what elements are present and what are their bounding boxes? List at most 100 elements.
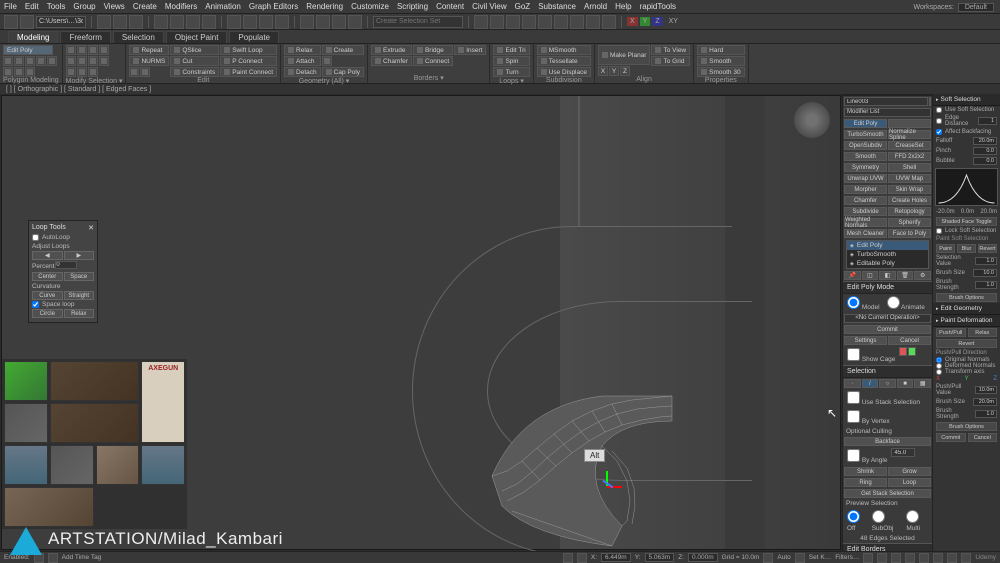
unhide-btn[interactable] <box>140 67 150 77</box>
render-setup-button[interactable] <box>570 15 584 29</box>
sel-poly[interactable]: ■ <box>897 379 914 388</box>
tab-populate[interactable]: Populate <box>229 31 279 43</box>
pconnect-button[interactable]: P Connect <box>220 56 277 66</box>
sel-edge[interactable]: / <box>862 379 879 388</box>
coord-z[interactable]: 0.000m <box>688 553 718 562</box>
mod-spherify[interactable]: Spherify <box>888 218 931 227</box>
loop-tools-panel[interactable]: Loop Tools✕ AutoLoop Adjust Loops ◀▶ Per… <box>28 220 98 323</box>
rotate-button[interactable] <box>243 15 257 29</box>
mod-skinwrap[interactable]: Skin Wrap <box>888 185 931 194</box>
relax-button2[interactable]: Relax <box>64 309 95 318</box>
dot-ring[interactable] <box>77 56 87 66</box>
select-name-button[interactable] <box>170 15 184 29</box>
viewcube[interactable] <box>794 102 830 138</box>
stack-editpoly[interactable]: Edit Poly <box>847 241 928 250</box>
loop-next[interactable]: ▶ <box>64 251 95 260</box>
stack-turbosmooth[interactable]: TurboSmooth <box>847 250 928 259</box>
nav-zoom[interactable] <box>947 553 957 563</box>
menu-arnold[interactable]: Arnold <box>584 2 607 11</box>
mod-createholes[interactable]: Create Holes <box>888 196 931 205</box>
move-button[interactable] <box>227 15 241 29</box>
grow-sel[interactable] <box>66 45 76 55</box>
selection-set[interactable] <box>373 16 463 28</box>
bridge-button[interactable]: Bridge <box>413 45 453 55</box>
select-button[interactable] <box>154 15 168 29</box>
cut-button[interactable]: Cut <box>170 56 219 66</box>
msmooth-button[interactable]: MSmooth <box>537 45 591 55</box>
hard-button[interactable]: Hard <box>697 45 744 55</box>
ring-sel[interactable] <box>99 45 109 55</box>
insert-button[interactable]: Insert <box>454 45 486 55</box>
undo-path[interactable] <box>36 16 86 28</box>
menu-graph[interactable]: Graph Editors <box>249 2 298 11</box>
close-icon[interactable]: ✕ <box>88 224 94 232</box>
vertex-subobj[interactable] <box>3 56 13 66</box>
create-button[interactable]: Create <box>322 45 364 55</box>
similar-sel[interactable] <box>66 67 76 77</box>
edittri-button[interactable]: Edit Tri <box>493 45 529 55</box>
border-subobj[interactable] <box>25 56 35 66</box>
mod-smooth[interactable]: Smooth <box>844 152 887 161</box>
mod-turbosmooth[interactable]: TurboSmooth <box>844 130 887 139</box>
swiftloop-button[interactable]: Swift Loop <box>220 45 277 55</box>
tab-selection[interactable]: Selection <box>113 31 164 43</box>
mod-creaseset[interactable]: CreaseSet <box>888 141 931 150</box>
toggle-mod[interactable] <box>25 67 35 77</box>
menu-rapidtools[interactable]: rapidTools <box>640 2 676 11</box>
spinner-snap-button[interactable] <box>348 15 362 29</box>
planar-y[interactable]: Y <box>609 66 619 76</box>
mirror-button[interactable] <box>474 15 488 29</box>
viewport[interactable]: Alt ↖ Loop Tools✕ AutoLoop Adjust Loops … <box>1 95 841 550</box>
mod-opensubdiv[interactable]: OpenSubdiv <box>844 141 887 150</box>
render-frame-button[interactable] <box>586 15 600 29</box>
modifier-list[interactable]: Modifier List <box>844 108 931 117</box>
loop-button[interactable]: Loop <box>888 478 931 487</box>
mod-normspline[interactable]: Normalize Spline <box>888 130 931 139</box>
menu-goz[interactable]: GoZ <box>515 2 531 11</box>
makeplanar-button[interactable]: Make Planar <box>598 45 651 65</box>
relax-button[interactable]: Relax <box>284 45 321 55</box>
pin-stack[interactable]: 📌 <box>844 271 861 280</box>
color-swatch[interactable] <box>929 97 931 106</box>
mod-unwrap[interactable]: Unwrap UVW <box>844 174 887 183</box>
edge-dist[interactable] <box>936 118 942 124</box>
sel-border[interactable]: ○ <box>879 379 896 388</box>
hide-btn[interactable] <box>129 67 139 77</box>
layer-button[interactable] <box>506 15 520 29</box>
shaded-toggle[interactable]: Shaded Face Toggle <box>936 217 997 226</box>
menu-tools[interactable]: Tools <box>47 2 66 11</box>
undo-button[interactable] <box>4 15 18 29</box>
mod-meshcleaner[interactable]: Mesh Cleaner <box>844 229 887 238</box>
time-play[interactable] <box>877 553 887 563</box>
menu-views[interactable]: Views <box>104 2 125 11</box>
select-region-button[interactable] <box>186 15 200 29</box>
qslice-button[interactable]: QSlice <box>170 45 219 55</box>
menu-customize[interactable]: Customize <box>351 2 389 11</box>
menu-create[interactable]: Create <box>133 2 157 11</box>
mod-wnormals[interactable]: Weighted Normals <box>844 218 887 227</box>
mod-b[interactable] <box>888 119 931 128</box>
usedisplace-button[interactable]: Use Displace <box>537 67 591 77</box>
menu-group[interactable]: Group <box>73 2 95 11</box>
grow-button[interactable]: Grow <box>888 467 931 476</box>
axis-xy[interactable]: XY <box>665 18 682 25</box>
cappoly-button[interactable]: Cap Poly <box>322 67 364 77</box>
mod-facetopoly[interactable]: Face to Poly <box>888 229 931 238</box>
make-unique[interactable]: ◧ <box>879 271 896 280</box>
inset-sel[interactable] <box>88 56 98 66</box>
menu-modifiers[interactable]: Modifiers <box>165 2 197 11</box>
turn-button[interactable]: Turn <box>493 67 529 77</box>
menu-help[interactable]: Help <box>615 2 631 11</box>
menu-substance[interactable]: Substance <box>538 2 576 11</box>
unlink-button[interactable] <box>113 15 127 29</box>
constraints-button[interactable]: Constraints <box>170 67 219 77</box>
mod-chamfer[interactable]: Chamfer <box>844 196 887 205</box>
tab-modeling[interactable]: Modeling <box>8 31 58 43</box>
mod-subdivide[interactable]: Subdivide <box>844 207 887 216</box>
loop-sel[interactable] <box>88 45 98 55</box>
smooth-button[interactable]: Smooth <box>697 56 744 66</box>
group-loops[interactable]: Loops ▾ <box>493 77 529 86</box>
group-borders[interactable]: Borders ▾ <box>371 74 486 83</box>
time-next[interactable] <box>891 553 901 563</box>
axis-y[interactable]: Y <box>640 17 651 26</box>
